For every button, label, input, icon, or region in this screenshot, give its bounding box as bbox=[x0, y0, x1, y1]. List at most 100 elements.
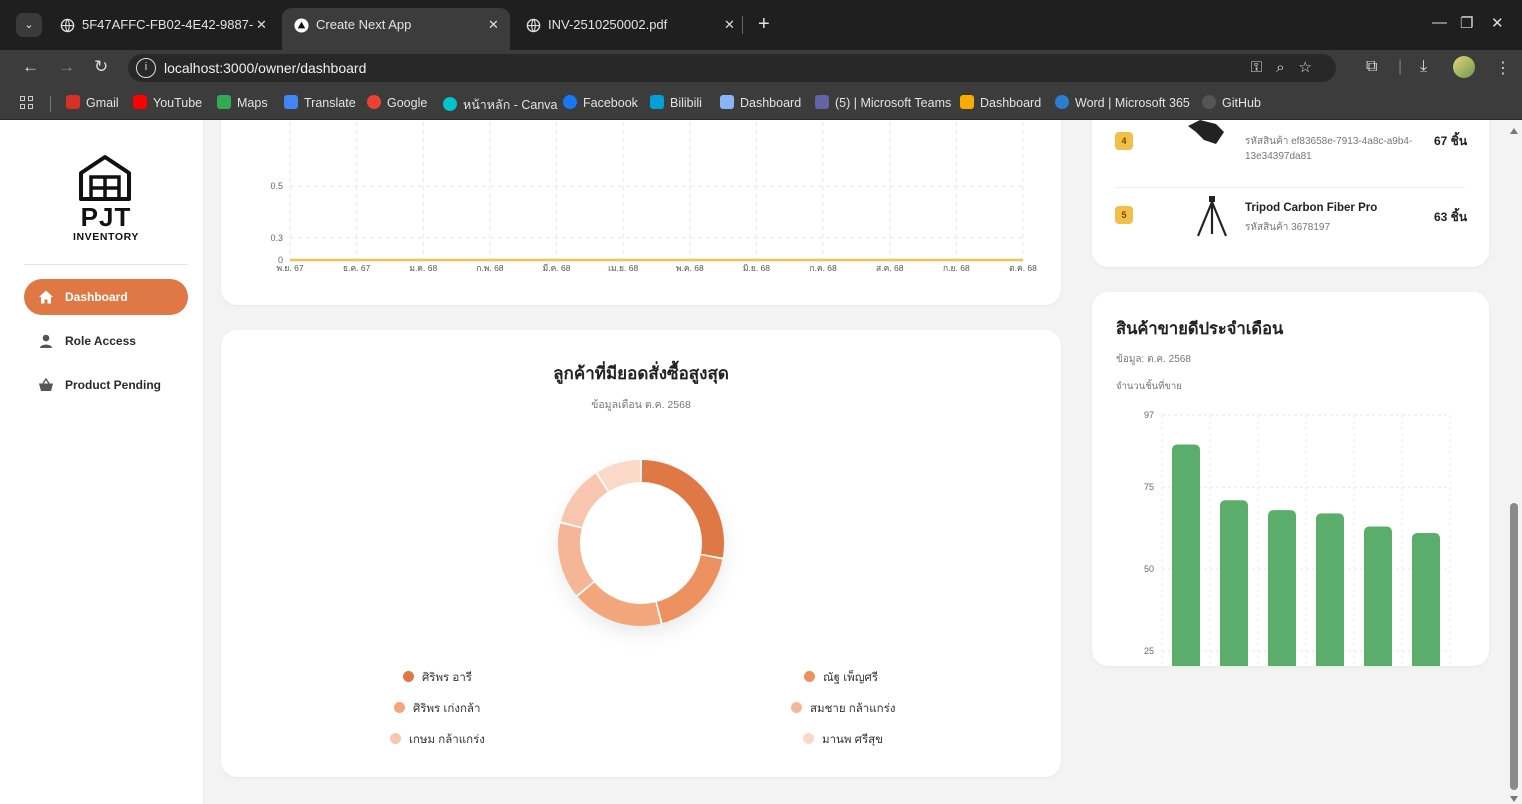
close-window-button[interactable]: ✕ bbox=[1491, 14, 1504, 32]
youtube-icon bbox=[133, 95, 147, 109]
profile-avatar[interactable] bbox=[1453, 56, 1475, 78]
restore-button[interactable]: ❐ bbox=[1460, 14, 1473, 32]
bar[interactable] bbox=[1172, 444, 1200, 666]
warehouse-logo-icon bbox=[79, 155, 131, 201]
y-tick-label: 75 bbox=[1144, 482, 1154, 492]
logo-subtitle: INVENTORY bbox=[72, 231, 140, 243]
x-tick-label: ธ.ค. 67 bbox=[343, 263, 371, 273]
forward-icon[interactable]: → bbox=[58, 57, 75, 77]
scroll-down-arrow[interactable] bbox=[1510, 796, 1518, 802]
y-tick-label: 25 bbox=[1144, 646, 1154, 656]
address-bar[interactable]: i localhost:3000/owner/dashboard ⚿⌕☆ bbox=[128, 54, 1336, 82]
bookmark-canva[interactable]: หน้าหลัก - Canva bbox=[443, 95, 558, 115]
x-tick-label: ส.ค. 68 bbox=[876, 263, 904, 273]
legend-item[interactable]: มานพ ศรีสุข bbox=[803, 731, 883, 749]
reload-icon[interactable]: ↻ bbox=[94, 57, 108, 77]
tab-title: INV-2510250002.pdf bbox=[548, 17, 668, 32]
close-icon[interactable]: ✕ bbox=[488, 8, 499, 42]
legend-item[interactable]: ณัฐ เพ็ญศรี bbox=[804, 669, 878, 687]
legend-item[interactable]: สมชาย กล้าแกร่ง bbox=[791, 700, 895, 718]
nextjs-icon bbox=[294, 18, 309, 33]
legend-item[interactable]: เกษม กล้าแกร่ง bbox=[390, 731, 485, 749]
tab-search-button[interactable]: ⌄ bbox=[16, 13, 42, 37]
x-tick-label: พ.ค. 68 bbox=[676, 263, 704, 273]
apps-grid-icon[interactable] bbox=[20, 96, 34, 110]
close-icon[interactable]: ✕ bbox=[724, 9, 735, 41]
bar[interactable] bbox=[1220, 500, 1248, 666]
y-tick-label: 0.3 bbox=[270, 233, 283, 243]
row-divider bbox=[1116, 187, 1465, 188]
tab-separator bbox=[742, 16, 743, 34]
new-tab-button[interactable]: + bbox=[758, 12, 770, 36]
bookmark-youtube[interactable]: YouTube bbox=[133, 95, 202, 110]
tab-invoice-pdf[interactable]: INV-2510250002.pdf ✕ bbox=[514, 9, 744, 41]
gmail-icon bbox=[66, 95, 80, 109]
tab-guid[interactable]: 5F47AFFC-FB02-4E42-9887-912 ✕ bbox=[48, 9, 280, 41]
legend-swatch bbox=[394, 702, 405, 713]
bilibili-icon bbox=[650, 95, 664, 109]
page-scrollbar[interactable] bbox=[1507, 120, 1522, 804]
home-icon bbox=[39, 290, 53, 304]
x-tick-label: ก.ย. 68 bbox=[943, 263, 970, 273]
legend-swatch bbox=[804, 671, 815, 682]
y-tick-label: 0.5 bbox=[270, 181, 283, 191]
top-customers-card: ลูกค้าที่มียอดสั่งซื้อสูงสุด ข้อมูลเดือน… bbox=[221, 330, 1061, 777]
minimize-button[interactable]: — bbox=[1432, 14, 1447, 31]
omnibox-icons[interactable]: ⚿⌕☆ bbox=[1251, 58, 1326, 76]
bar[interactable] bbox=[1316, 513, 1344, 666]
scroll-up-arrow[interactable] bbox=[1510, 128, 1518, 134]
bookmark-dashboard[interactable]: Dashboard bbox=[720, 95, 801, 110]
bookmark-facebook[interactable]: Facebook bbox=[563, 95, 638, 110]
bookmark-dashboard-2[interactable]: Dashboard bbox=[960, 95, 1041, 110]
bookmark-github[interactable]: GitHub bbox=[1202, 95, 1261, 110]
x-tick-label: มิ.ย. 68 bbox=[743, 263, 770, 273]
site-info-icon[interactable]: i bbox=[136, 58, 156, 78]
x-tick-label: เม.ย. 68 bbox=[608, 263, 638, 273]
user-icon bbox=[40, 334, 52, 348]
bookmark-bilibili[interactable]: Bilibili bbox=[650, 95, 702, 110]
bookmark-translate[interactable]: Translate bbox=[284, 95, 356, 110]
y-tick-label: 97 bbox=[1144, 410, 1154, 420]
tab-title: Create Next App bbox=[316, 17, 412, 32]
menu-kebab-icon[interactable]: ⋮ bbox=[1495, 58, 1511, 78]
product-code: รหัสสินค้า ef83658e-7913-4a8c-a9b4-13e34… bbox=[1245, 136, 1413, 162]
url-text[interactable]: localhost:3000/owner/dashboard bbox=[164, 60, 366, 76]
sidebar-item-dashboard[interactable]: Dashboard bbox=[24, 279, 188, 315]
toolbar-divider: | bbox=[1398, 58, 1403, 75]
bookmark-gmail[interactable]: Gmail bbox=[66, 95, 119, 110]
sidebar-item-label: Role Access bbox=[65, 334, 136, 348]
tab-create-next-app[interactable]: Create Next App ✕ bbox=[282, 8, 510, 50]
tab-title: 5F47AFFC-FB02-4E42-9887-912 bbox=[82, 17, 254, 32]
bookmark-word[interactable]: Word | Microsoft 365 bbox=[1055, 95, 1190, 110]
back-icon[interactable]: ← bbox=[22, 57, 39, 77]
download-icon[interactable]: ⤓ bbox=[1420, 58, 1427, 76]
bar[interactable] bbox=[1412, 533, 1440, 666]
google-icon bbox=[367, 95, 381, 109]
bookmark-maps[interactable]: Maps bbox=[217, 95, 268, 110]
translate-icon bbox=[284, 95, 298, 109]
scrollbar-thumb[interactable] bbox=[1510, 503, 1518, 790]
x-tick-label: พ.ย. 67 bbox=[276, 263, 303, 273]
product-code: รหัสสินค้า 3678197 bbox=[1245, 222, 1331, 233]
rank-badge: 5 bbox=[1115, 206, 1133, 224]
sidebar-item-label: Product Pending bbox=[65, 378, 161, 392]
top-customers-title: ลูกค้าที่มียอดสั่งซื้อสูงสุด bbox=[553, 364, 729, 383]
github-icon bbox=[1202, 95, 1216, 109]
logo-text: PJT bbox=[80, 202, 132, 232]
legend-swatch bbox=[390, 733, 401, 744]
x-tick-label: ต.ค. 68 bbox=[1009, 263, 1037, 273]
sidebar-item-role-access[interactable]: Role Access bbox=[24, 323, 188, 359]
x-tick-label: มี.ค. 68 bbox=[543, 263, 571, 273]
bar[interactable] bbox=[1268, 510, 1296, 666]
bookmark-teams[interactable]: (5) | Microsoft Teams bbox=[815, 95, 951, 110]
x-tick-label: ก.ค. 68 bbox=[809, 263, 837, 273]
extensions-icon[interactable]: ⧉ bbox=[1366, 58, 1377, 76]
bookmark-google[interactable]: Google bbox=[367, 95, 427, 110]
x-tick-label: ก.พ. 68 bbox=[476, 263, 504, 273]
sidebar-item-product-pending[interactable]: Product Pending bbox=[24, 367, 188, 403]
legend-item[interactable]: ศิริพร อารี bbox=[403, 669, 472, 687]
close-icon[interactable]: ✕ bbox=[256, 9, 267, 41]
browser-toolbar: ← → ↻ i localhost:3000/owner/dashboard ⚿… bbox=[0, 50, 1522, 86]
legend-item[interactable]: ศิริพร เก่งกล้า bbox=[394, 700, 480, 718]
bar[interactable] bbox=[1364, 526, 1392, 666]
